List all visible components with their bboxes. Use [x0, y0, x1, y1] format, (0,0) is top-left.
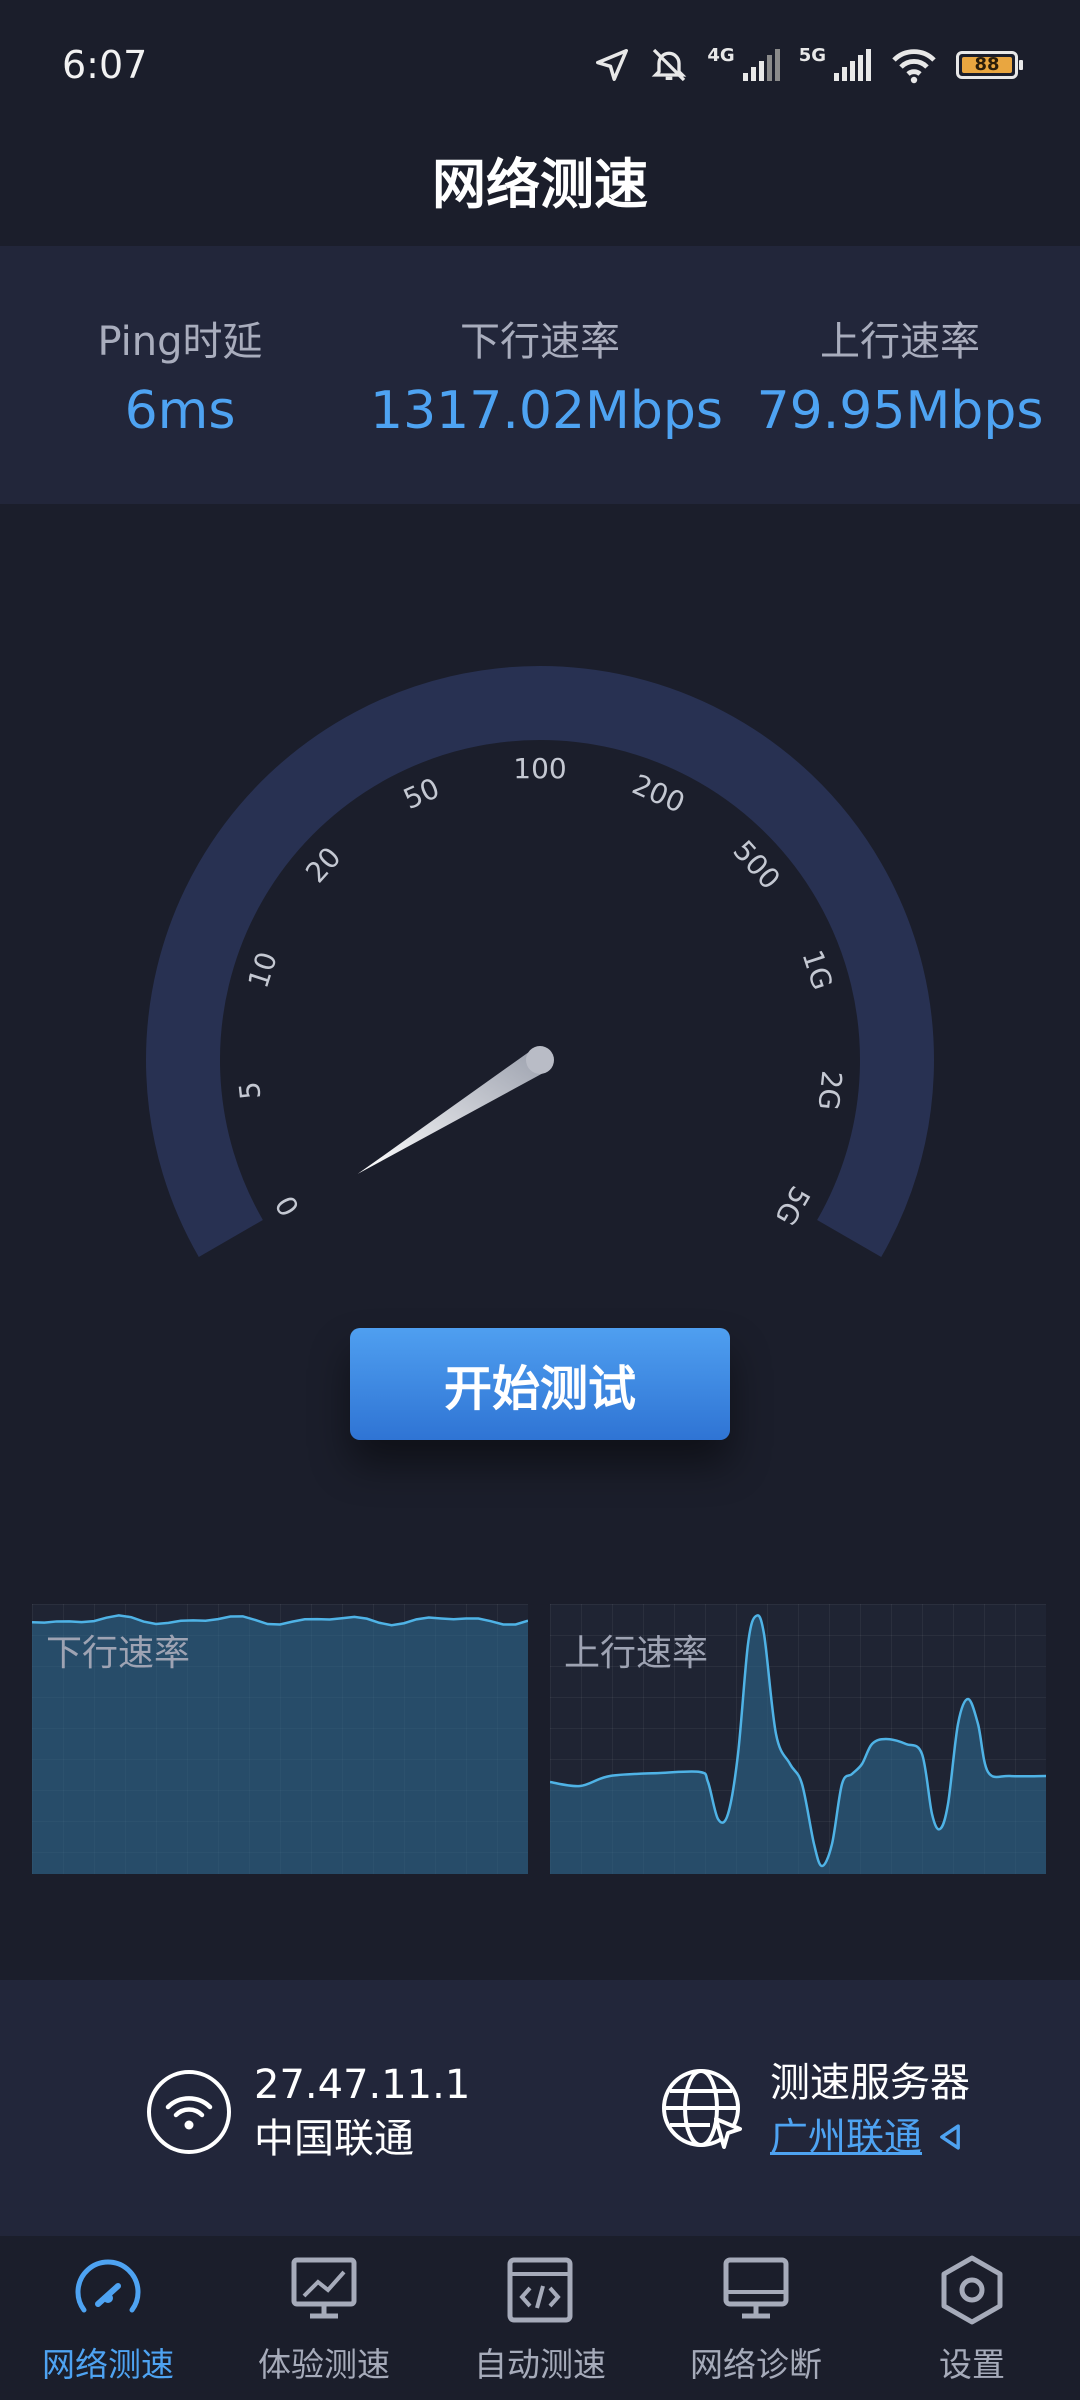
- desktop-icon: [723, 2257, 789, 2319]
- bottom-nav: 网络测速 体验测速 自动测速 网络诊断 设置: [0, 2238, 1080, 2400]
- speedometer-icon: [75, 2259, 141, 2313]
- nav-label-settings: 设置: [939, 2345, 1005, 2384]
- nav-label-speedtest: 网络测速: [42, 2345, 174, 2384]
- page-title: 网络测速: [432, 153, 648, 216]
- battery-icon: 88: [956, 51, 1023, 79]
- nav-item-settings[interactable]: 设置: [864, 2238, 1080, 2400]
- server-label: 测速服务器: [770, 2060, 970, 2106]
- gauge-tick-label: 2G: [811, 1069, 848, 1112]
- gauge-tick-label: 50: [398, 771, 444, 816]
- settings-hex-icon: [941, 2255, 1003, 2325]
- download-label: 下行速率: [460, 319, 620, 365]
- isp-name: 中国联通: [254, 2116, 414, 2162]
- server-select[interactable]: 广州联通: [770, 2110, 970, 2164]
- monitor-chart-icon: [291, 2257, 357, 2319]
- gauge-tick-label: 10: [242, 948, 284, 992]
- net-5g-label: 5G: [798, 44, 826, 66]
- status-bar: 6:07 4G 5G 88: [0, 0, 1080, 130]
- start-test-button[interactable]: 开始测试: [350, 1328, 730, 1440]
- nav-label-experience: 体验测速: [258, 2345, 390, 2384]
- download-stat: 下行速率 1317.02Mbps: [370, 309, 724, 441]
- wifi-circle-icon: [147, 2070, 231, 2154]
- server-info: 测速服务器 广州联通: [660, 2056, 970, 2164]
- battery-level: 88: [962, 56, 1012, 74]
- ping-value: 6ms: [124, 381, 236, 441]
- gauge-tick-label: 100: [513, 752, 566, 785]
- download-value: 1317.02Mbps: [370, 381, 724, 441]
- ping-stat: Ping时延 6ms: [10, 309, 350, 441]
- status-time: 6:07: [62, 43, 148, 87]
- upload-chart: 上行速率: [550, 1604, 1046, 1874]
- caret-left-icon[interactable]: [936, 2122, 964, 2152]
- network-info: 27.47.11.1 中国联通: [146, 2058, 470, 2166]
- info-panel: 27.47.11.1 中国联通 测速服务器 广州联通: [0, 1980, 1080, 2236]
- gauge-hub: [526, 1046, 554, 1074]
- stats-panel: Ping时延 6ms 下行速率 1317.02Mbps 上行速率 79.95Mb…: [0, 246, 1080, 504]
- gauge-tick-label: 5G: [768, 1180, 816, 1231]
- nav-item-experience[interactable]: 体验测速: [216, 2238, 432, 2400]
- upload-chart-title: 上行速率: [564, 1633, 709, 1674]
- signal-5g-icon: [834, 49, 871, 81]
- server-info-text: 测速服务器 广州联通: [770, 2056, 970, 2164]
- upload-stat: 上行速率 79.95Mbps: [730, 309, 1070, 441]
- gauge-tick-label: 1G: [795, 946, 839, 994]
- download-chart: 下行速率: [32, 1604, 528, 1874]
- gauge-tick-label: 200: [627, 768, 689, 820]
- ping-label: Ping时延: [97, 319, 263, 365]
- gauge-svg: 05102050100 2005001G2G5G: [146, 666, 934, 1257]
- server-value-link[interactable]: 广州联通: [770, 2110, 922, 2164]
- nav-item-auto[interactable]: 自动测速: [432, 2238, 648, 2400]
- net-4g-label: 4G: [707, 44, 735, 66]
- upload-value: 79.95Mbps: [756, 381, 1044, 441]
- gauge-needle: [357, 1048, 547, 1174]
- wifi-icon: [892, 49, 936, 84]
- nav-label-diagnosis: 网络诊断: [690, 2345, 822, 2384]
- nav-label-auto: 自动测速: [474, 2345, 606, 2384]
- gauge-tick-label: 20: [299, 841, 347, 890]
- status-icons: 4G 5G 88: [593, 44, 1023, 85]
- speed-gauge: 0 5 10 20 50 100 200 500 1G 2G 5G: [140, 660, 940, 1300]
- upload-label: 上行速率: [820, 319, 980, 365]
- code-window-icon: [507, 2257, 573, 2323]
- mute-icon: [652, 48, 687, 82]
- signal-4g-icon: [742, 49, 780, 81]
- network-info-text: 27.47.11.1 中国联通: [254, 2058, 470, 2166]
- globe-cursor-icon: [662, 2069, 742, 2149]
- nav-item-diagnosis[interactable]: 网络诊断: [648, 2238, 864, 2400]
- location-icon: [596, 49, 629, 81]
- gauge-tick-label: 0: [269, 1190, 306, 1222]
- gauge-tick-label: 5: [233, 1080, 268, 1101]
- download-chart-title: 下行速率: [46, 1633, 191, 1674]
- nav-item-speedtest[interactable]: 网络测速: [0, 2238, 216, 2400]
- ip-address: 27.47.11.1: [254, 2062, 471, 2108]
